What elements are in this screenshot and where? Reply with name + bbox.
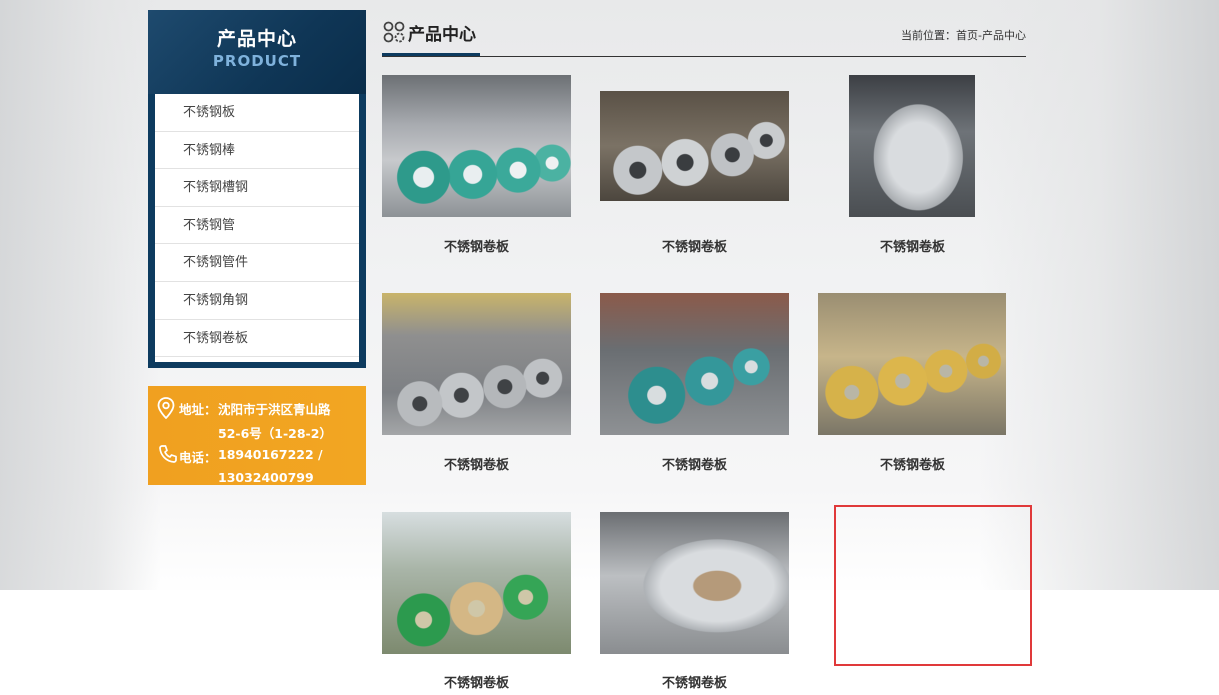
product-card[interactable]: 不锈钢卷板 bbox=[382, 293, 571, 478]
grid-gear-icon bbox=[383, 21, 405, 47]
sidebar-item-stainless-plate[interactable]: 不锈钢板 bbox=[155, 94, 359, 132]
phone-line-2[interactable]: 13032400799 bbox=[218, 470, 314, 485]
sidebar-subtitle: PRODUCT bbox=[212, 52, 302, 70]
address-label: 地址： bbox=[179, 402, 217, 417]
product-caption[interactable]: 不锈钢卷板 bbox=[382, 236, 571, 255]
product-card[interactable]: 不锈钢卷板 bbox=[382, 512, 571, 695]
sidebar-item-stainless-channel[interactable]: 不锈钢槽钢 bbox=[155, 169, 359, 207]
product-image[interactable] bbox=[600, 293, 789, 435]
sidebar-item-stainless-fittings[interactable]: 不锈钢管件 bbox=[155, 244, 359, 282]
breadcrumb: 当前位置：首页-产品中心 bbox=[901, 27, 1026, 43]
sidebar-item-stainless-angle[interactable]: 不锈钢角钢 bbox=[155, 282, 359, 320]
product-caption[interactable]: 不锈钢卷板 bbox=[382, 672, 571, 691]
product-caption[interactable]: 不锈钢卷板 bbox=[818, 454, 1007, 473]
sidebar-header: 产品中心 PRODUCT bbox=[148, 10, 366, 94]
product-card[interactable]: 不锈钢卷板 bbox=[382, 75, 571, 260]
product-image[interactable] bbox=[600, 512, 789, 654]
sidebar-item-stainless-bar[interactable]: 不锈钢棒 bbox=[155, 132, 359, 170]
phone-icon bbox=[158, 444, 178, 467]
page-title: 产品中心 bbox=[408, 25, 476, 45]
breadcrumb-home-link[interactable]: 首页 bbox=[956, 29, 978, 42]
breadcrumb-prefix: 当前位置： bbox=[901, 29, 957, 42]
product-caption[interactable]: 不锈钢卷板 bbox=[600, 236, 789, 255]
address-line-2: 52-6号（1-28-2） bbox=[218, 426, 332, 441]
sidebar-title: 产品中心 bbox=[216, 28, 297, 50]
breadcrumb-current[interactable]: 产品中心 bbox=[982, 29, 1026, 42]
product-caption[interactable]: 不锈钢卷板 bbox=[818, 236, 1007, 255]
main-header: 产品中心 当前位置：首页-产品中心 bbox=[382, 14, 1026, 58]
product-card[interactable]: 不锈钢卷板 bbox=[818, 293, 1007, 478]
contact-box: 地址： 沈阳市于洪区青山路 52-6号（1-28-2） 电话： 18940167… bbox=[148, 386, 366, 485]
product-caption[interactable]: 不锈钢卷板 bbox=[382, 454, 571, 473]
phone-line-1[interactable]: 18940167222 / bbox=[218, 447, 323, 462]
product-image[interactable] bbox=[600, 91, 789, 201]
sidebar-menu: 不锈钢板 不锈钢棒 不锈钢槽钢 不锈钢管 不锈钢管件 不锈钢角钢 不锈钢卷板 bbox=[155, 94, 359, 362]
sidebar-item-stainless-pipe[interactable]: 不锈钢管 bbox=[155, 207, 359, 245]
product-card[interactable]: 不锈钢卷板 bbox=[600, 75, 789, 260]
location-pin-icon bbox=[157, 397, 175, 422]
product-caption[interactable]: 不锈钢卷板 bbox=[600, 454, 789, 473]
header-divider bbox=[382, 56, 1026, 57]
product-card[interactable]: 不锈钢卷板 bbox=[600, 293, 789, 478]
highlight-box bbox=[834, 505, 1032, 666]
product-card[interactable]: 不锈钢卷板 bbox=[600, 512, 789, 695]
phone-label: 电话： bbox=[179, 450, 217, 465]
product-card[interactable]: 不锈钢卷板 bbox=[818, 75, 1007, 260]
product-image[interactable] bbox=[382, 512, 571, 654]
product-image[interactable] bbox=[818, 293, 1006, 435]
product-image[interactable] bbox=[849, 75, 975, 217]
sidebar-item-stainless-coil[interactable]: 不锈钢卷板 bbox=[155, 320, 359, 358]
product-image[interactable] bbox=[382, 293, 571, 435]
product-caption[interactable]: 不锈钢卷板 bbox=[600, 672, 789, 691]
sidebar: 产品中心 PRODUCT 不锈钢板 不锈钢棒 不锈钢槽钢 不锈钢管 不锈钢管件 … bbox=[148, 10, 366, 368]
address-line-1: 沈阳市于洪区青山路 bbox=[218, 402, 331, 417]
product-image[interactable] bbox=[382, 75, 571, 217]
background-left bbox=[0, 0, 160, 600]
